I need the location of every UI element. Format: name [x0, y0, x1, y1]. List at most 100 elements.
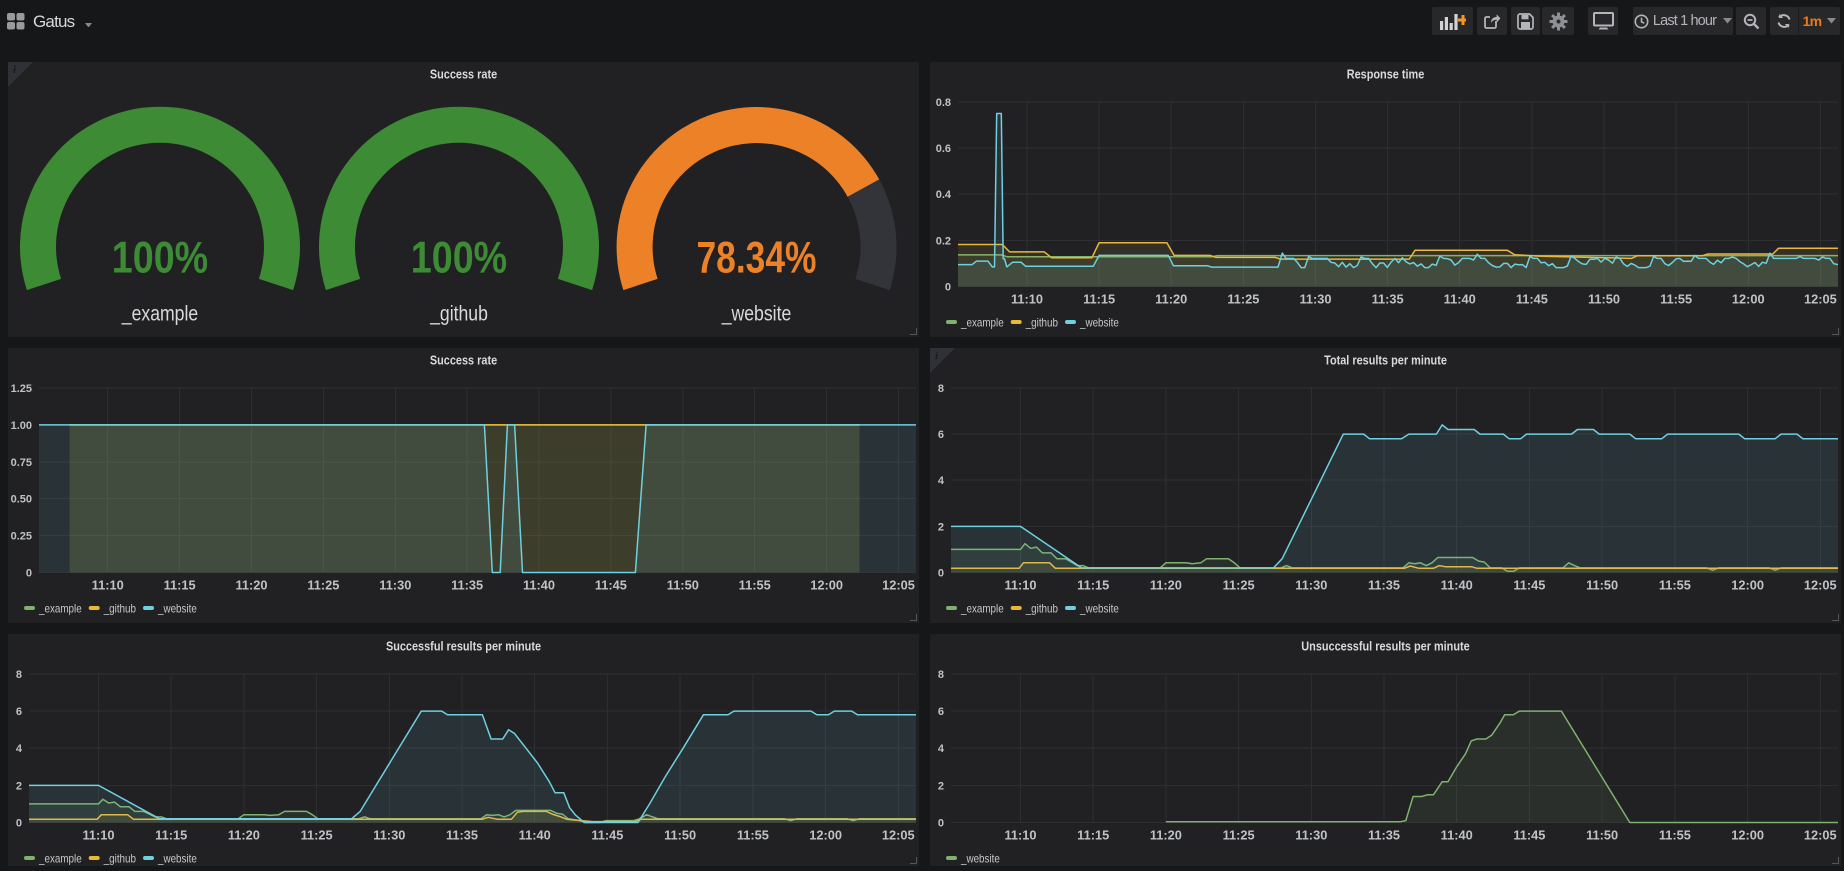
svg-text:11:10: 11:10: [1004, 828, 1036, 843]
svg-text:11:55: 11:55: [1659, 578, 1691, 593]
svg-text:11:30: 11:30: [373, 828, 405, 843]
svg-text:6: 6: [16, 706, 22, 718]
svg-text:12:00: 12:00: [1731, 828, 1764, 843]
svg-text:12:05: 12:05: [1804, 292, 1837, 307]
svg-text:11:25: 11:25: [301, 828, 333, 843]
svg-text:11:25: 11:25: [1223, 828, 1255, 843]
svg-text:0: 0: [26, 568, 32, 580]
svg-text:2: 2: [16, 780, 22, 792]
svg-text:_example: _example: [121, 302, 198, 326]
svg-text:_website: _website: [1079, 601, 1119, 615]
svg-text:1.25: 1.25: [11, 383, 32, 395]
svg-text:12:00: 12:00: [810, 578, 843, 593]
svg-text:11:15: 11:15: [1077, 578, 1109, 593]
svg-text:11:55: 11:55: [739, 578, 771, 593]
svg-text:11:50: 11:50: [1586, 578, 1618, 593]
svg-text:0.2: 0.2: [936, 235, 951, 247]
svg-text:8: 8: [938, 383, 944, 395]
svg-text:0.8: 0.8: [936, 97, 951, 109]
svg-text:11:50: 11:50: [1588, 292, 1620, 307]
svg-text:11:35: 11:35: [1368, 578, 1400, 593]
svg-text:11:35: 11:35: [446, 828, 478, 843]
svg-text:0.75: 0.75: [11, 457, 32, 469]
svg-text:11:10: 11:10: [92, 578, 124, 593]
svg-text:11:40: 11:40: [519, 828, 551, 843]
svg-text:6: 6: [938, 429, 944, 441]
svg-text:_example: _example: [960, 315, 1004, 329]
svg-text:11:35: 11:35: [1368, 828, 1400, 843]
svg-text:_example: _example: [960, 601, 1004, 615]
svg-text:0: 0: [16, 818, 22, 830]
svg-text:11:20: 11:20: [228, 828, 260, 843]
svg-text:_github: _github: [429, 302, 488, 326]
svg-text:11:55: 11:55: [1660, 292, 1692, 307]
svg-text:_example: _example: [38, 601, 82, 615]
svg-text:_website: _website: [157, 851, 197, 865]
svg-text:Success rate: Success rate: [430, 353, 497, 368]
svg-text:Response time: Response time: [1347, 67, 1425, 82]
svg-text:Unsuccessful results per minut: Unsuccessful results per minute: [1301, 639, 1469, 654]
svg-text:100%: 100%: [112, 233, 208, 282]
svg-text:2: 2: [938, 521, 944, 533]
svg-text:11:10: 11:10: [1004, 578, 1036, 593]
svg-text:11:30: 11:30: [1295, 828, 1327, 843]
svg-text:11:30: 11:30: [1299, 292, 1331, 307]
svg-text:0: 0: [945, 282, 951, 294]
svg-text:11:35: 11:35: [451, 578, 483, 593]
svg-text:11:45: 11:45: [595, 578, 627, 593]
svg-text:12:05: 12:05: [1804, 578, 1837, 593]
svg-text:4: 4: [16, 743, 23, 755]
svg-text:8: 8: [16, 669, 22, 681]
svg-text:12:05: 12:05: [882, 828, 915, 843]
svg-text:11:45: 11:45: [1513, 578, 1545, 593]
svg-text:6: 6: [938, 706, 944, 718]
svg-text:11:30: 11:30: [379, 578, 411, 593]
svg-text:11:20: 11:20: [235, 578, 267, 593]
svg-text:11:30: 11:30: [1295, 578, 1327, 593]
svg-text:0: 0: [938, 568, 944, 580]
svg-text:_github: _github: [1025, 601, 1058, 615]
svg-text:_github: _github: [1025, 315, 1058, 329]
svg-text:11:20: 11:20: [1150, 828, 1182, 843]
svg-text:4: 4: [938, 743, 945, 755]
svg-text:100%: 100%: [411, 233, 507, 282]
svg-text:0: 0: [938, 818, 944, 830]
svg-text:11:40: 11:40: [1441, 578, 1473, 593]
svg-text:_example: _example: [38, 851, 82, 865]
svg-text:_website: _website: [960, 851, 1000, 865]
svg-text:11:20: 11:20: [1155, 292, 1187, 307]
svg-text:8: 8: [938, 669, 944, 681]
svg-text:12:00: 12:00: [1732, 292, 1765, 307]
svg-text:_website: _website: [157, 601, 197, 615]
svg-text:11:15: 11:15: [164, 578, 196, 593]
svg-text:78.34%: 78.34%: [697, 233, 817, 282]
svg-text:11:50: 11:50: [1586, 828, 1618, 843]
svg-text:0.25: 0.25: [11, 531, 32, 543]
svg-text:12:05: 12:05: [1804, 828, 1837, 843]
svg-text:11:50: 11:50: [667, 578, 699, 593]
svg-text:11:45: 11:45: [1513, 828, 1545, 843]
svg-text:0.4: 0.4: [936, 189, 952, 201]
svg-text:_github: _github: [103, 851, 136, 865]
svg-text:12:05: 12:05: [882, 578, 915, 593]
svg-text:11:20: 11:20: [1150, 578, 1182, 593]
svg-text:11:15: 11:15: [155, 828, 187, 843]
svg-text:11:40: 11:40: [1441, 828, 1473, 843]
svg-text:Successful results per minute: Successful results per minute: [386, 639, 541, 654]
svg-text:11:25: 11:25: [1227, 292, 1259, 307]
svg-text:11:55: 11:55: [1659, 828, 1691, 843]
svg-text:11:45: 11:45: [591, 828, 623, 843]
svg-text:12:00: 12:00: [1731, 578, 1764, 593]
svg-text:1.00: 1.00: [11, 420, 32, 432]
svg-text:0.6: 0.6: [936, 143, 951, 155]
svg-text:0.50: 0.50: [11, 494, 32, 506]
svg-text:11:15: 11:15: [1077, 828, 1109, 843]
svg-text:11:35: 11:35: [1372, 292, 1404, 307]
svg-text:11:10: 11:10: [82, 828, 114, 843]
svg-text:12:00: 12:00: [809, 828, 842, 843]
svg-text:11:10: 11:10: [1011, 292, 1043, 307]
svg-text:11:25: 11:25: [1223, 578, 1255, 593]
svg-text:_website: _website: [721, 302, 791, 326]
svg-text:_website: _website: [1079, 315, 1119, 329]
svg-text:11:40: 11:40: [523, 578, 555, 593]
